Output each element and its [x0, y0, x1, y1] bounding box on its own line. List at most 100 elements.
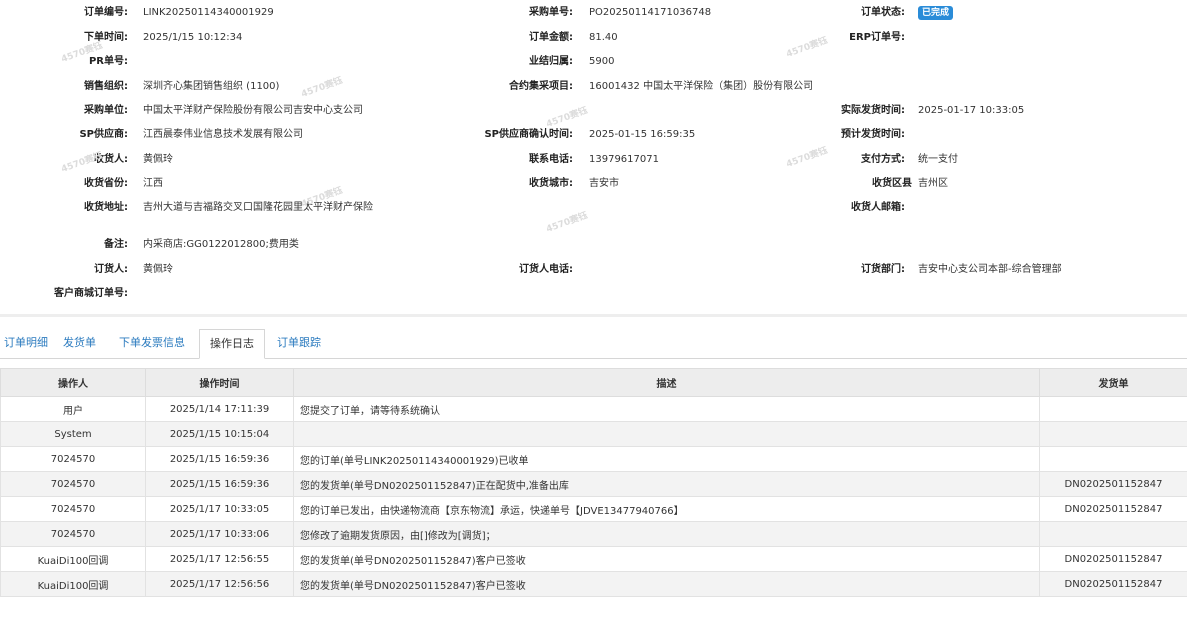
watermark: 4570赛钰 [300, 75, 344, 100]
operator-cell: System [0, 421, 146, 447]
operation-log-table: 操作人 操作时间 描述 发货单 用户 2025/1/14 17:11:39 您提… [0, 368, 1187, 597]
description-cell: 您修改了逾期发货原因，由[]修改为[调货]； [293, 521, 1040, 547]
delivery-note-cell [1039, 396, 1187, 422]
description-cell [293, 421, 1040, 447]
table-row: 7024570 2025/1/15 16:59:36 您的发货单(单号DN020… [0, 471, 1187, 497]
table-header-row: 操作人 操作时间 描述 发货单 [0, 368, 1187, 397]
amount-value: 81.40 [589, 32, 618, 43]
ship-time-label: 实际发货时间: [841, 105, 905, 116]
watermark: 4570赛钰 [545, 210, 589, 235]
remark-value: 内采商店:GG0122012800;费用类 [143, 239, 299, 250]
city-value: 吉安市 [589, 178, 619, 189]
city-label: 收货城市: [529, 178, 573, 189]
business-value: 5900 [589, 56, 615, 67]
delivery-note-cell [1039, 446, 1187, 472]
table-row: 7024570 2025/1/15 16:59:36 您的订单(单号LINK20… [0, 446, 1187, 472]
contract-label: 合约集采项目: [509, 81, 573, 92]
ship-time-value: 2025-01-17 10:33:05 [918, 105, 1025, 116]
erp-label: ERP订单号: [849, 32, 905, 43]
time-cell: 2025/1/14 17:11:39 [145, 396, 294, 422]
table-row: 7024570 2025/1/17 10:33:05 您的订单已发出，由快递物流… [0, 496, 1187, 522]
orderer-value: 黄佩玲 [143, 264, 173, 275]
status-badge: 已完成 [918, 6, 954, 20]
delivery-note-cell: DN0202501152847 [1039, 496, 1187, 522]
orderer-label: 订货人: [94, 264, 128, 275]
province-label: 收货省份: [84, 178, 128, 189]
receiver-label: 收货人: [94, 154, 128, 165]
pay-value: 统一支付 [918, 154, 958, 165]
delivery-note-cell: DN0202501152847 [1039, 471, 1187, 497]
delivery-note-header: 发货单 [1039, 368, 1187, 397]
time-cell: 2025/1/17 12:56:56 [145, 571, 294, 597]
po-no-value: PO20250114171036748 [589, 7, 712, 18]
supplier-confirm-label: SP供应商确认时间: [484, 129, 573, 140]
description-cell: 您的发货单(单号DN0202501152847)客户已签收 [293, 546, 1040, 572]
tab-delivery-notes[interactable]: 发货单 [53, 329, 106, 357]
mall-order-label: 客户商城订单号: [54, 288, 128, 299]
email-label: 收货人邮箱: [851, 202, 905, 213]
est-ship-label: 预计发货时间: [841, 129, 905, 140]
table-row: 7024570 2025/1/17 10:33:06 您修改了逾期发货原因，由[… [0, 521, 1187, 547]
delivery-note-cell [1039, 521, 1187, 547]
operator-cell: KuaiDi100回调 [0, 571, 146, 597]
address-label: 收货地址: [84, 202, 128, 213]
time-cell: 2025/1/17 10:33:05 [145, 496, 294, 522]
tab-order-tracking[interactable]: 订单跟踪 [267, 329, 331, 357]
time-cell: 2025/1/15 16:59:36 [145, 446, 294, 472]
receiver-value: 黄佩玲 [143, 154, 173, 165]
order-no-label: 订单编号: [84, 7, 128, 18]
pr-label: PR单号: [88, 56, 128, 67]
description-header: 描述 [293, 368, 1040, 397]
order-time-label: 下单时间: [84, 32, 128, 43]
operator-cell: 7024570 [0, 521, 146, 547]
table-row: KuaiDi100回调 2025/1/17 12:56:55 您的发货单(单号D… [0, 546, 1187, 572]
operator-cell: 用户 [0, 396, 146, 422]
district-label: 收货区县 [872, 178, 912, 189]
buyer-value: 中国太平洋财产保险股份有限公司吉安中心支公司 [143, 105, 363, 116]
tab-invoice-info[interactable]: 下单发票信息 [109, 329, 195, 357]
address-value: 吉州大道与吉福路交叉口国隆花园里太平洋财产保险 [143, 202, 373, 213]
section-divider [0, 314, 1187, 317]
operator-header: 操作人 [0, 368, 146, 397]
phone-value: 13979617071 [589, 154, 659, 165]
contract-value: 16001432 中国太平洋保险（集团）股份有限公司 [589, 81, 814, 92]
table-row: System 2025/1/15 10:15:04 [0, 421, 1187, 447]
table-row: KuaiDi100回调 2025/1/17 12:56:56 您的发货单(单号D… [0, 571, 1187, 597]
dept-value: 吉安中心支公司本部-综合管理部 [918, 264, 1062, 275]
description-cell: 您的发货单(单号DN0202501152847)客户已签收 [293, 571, 1040, 597]
status-label: 订单状态: [861, 7, 905, 18]
supplier-confirm-value: 2025-01-15 16:59:35 [589, 129, 696, 140]
operator-cell: KuaiDi100回调 [0, 546, 146, 572]
order-no-value: LINK20250114340001929 [143, 7, 274, 18]
operator-cell: 7024570 [0, 496, 146, 522]
supplier-label: SP供应商: [79, 129, 128, 140]
operator-cell: 7024570 [0, 471, 146, 497]
orderer-phone-label: 订货人电话: [519, 264, 573, 275]
time-cell: 2025/1/15 16:59:36 [145, 471, 294, 497]
description-cell: 您提交了订单，请等待系统确认 [293, 396, 1040, 422]
time-cell: 2025/1/15 10:15:04 [145, 421, 294, 447]
delivery-note-cell: DN0202501152847 [1039, 571, 1187, 597]
tab-bar: 订单明细 发货单 下单发票信息 操作日志 订单跟踪 [0, 329, 1187, 359]
province-value: 江西 [143, 178, 163, 189]
delivery-note-cell [1039, 421, 1187, 447]
tab-operation-log[interactable]: 操作日志 [199, 329, 265, 359]
sales-org-label: 销售组织: [84, 81, 128, 92]
po-no-label: 采购单号: [529, 7, 573, 18]
supplier-value: 江西晨泰伟业信息技术发展有限公司 [143, 129, 303, 140]
time-cell: 2025/1/17 10:33:06 [145, 521, 294, 547]
phone-label: 联系电话: [529, 154, 573, 165]
dept-label: 订货部门: [861, 264, 905, 275]
table-row: 用户 2025/1/14 17:11:39 您提交了订单，请等待系统确认 [0, 396, 1187, 422]
description-cell: 您的订单(单号LINK20250114340001929)已收单 [293, 446, 1040, 472]
tab-order-details[interactable]: 订单明细 [0, 329, 58, 357]
operation-time-header: 操作时间 [145, 368, 294, 397]
description-cell: 您的订单已发出，由快递物流商【京东物流】承运，快递单号【JDVE13477940… [293, 496, 1040, 522]
order-info-panel: 订单编号: LINK20250114340001929 采购单号: PO2025… [0, 0, 1187, 314]
buyer-label: 采购单位: [84, 105, 128, 116]
pay-label: 支付方式: [861, 154, 905, 165]
order-time-value: 2025/1/15 10:12:34 [143, 32, 243, 43]
sales-org-value: 深圳齐心集团销售组织 (1100) [143, 81, 280, 92]
remark-label: 备注: [104, 239, 128, 250]
delivery-note-cell: DN0202501152847 [1039, 546, 1187, 572]
